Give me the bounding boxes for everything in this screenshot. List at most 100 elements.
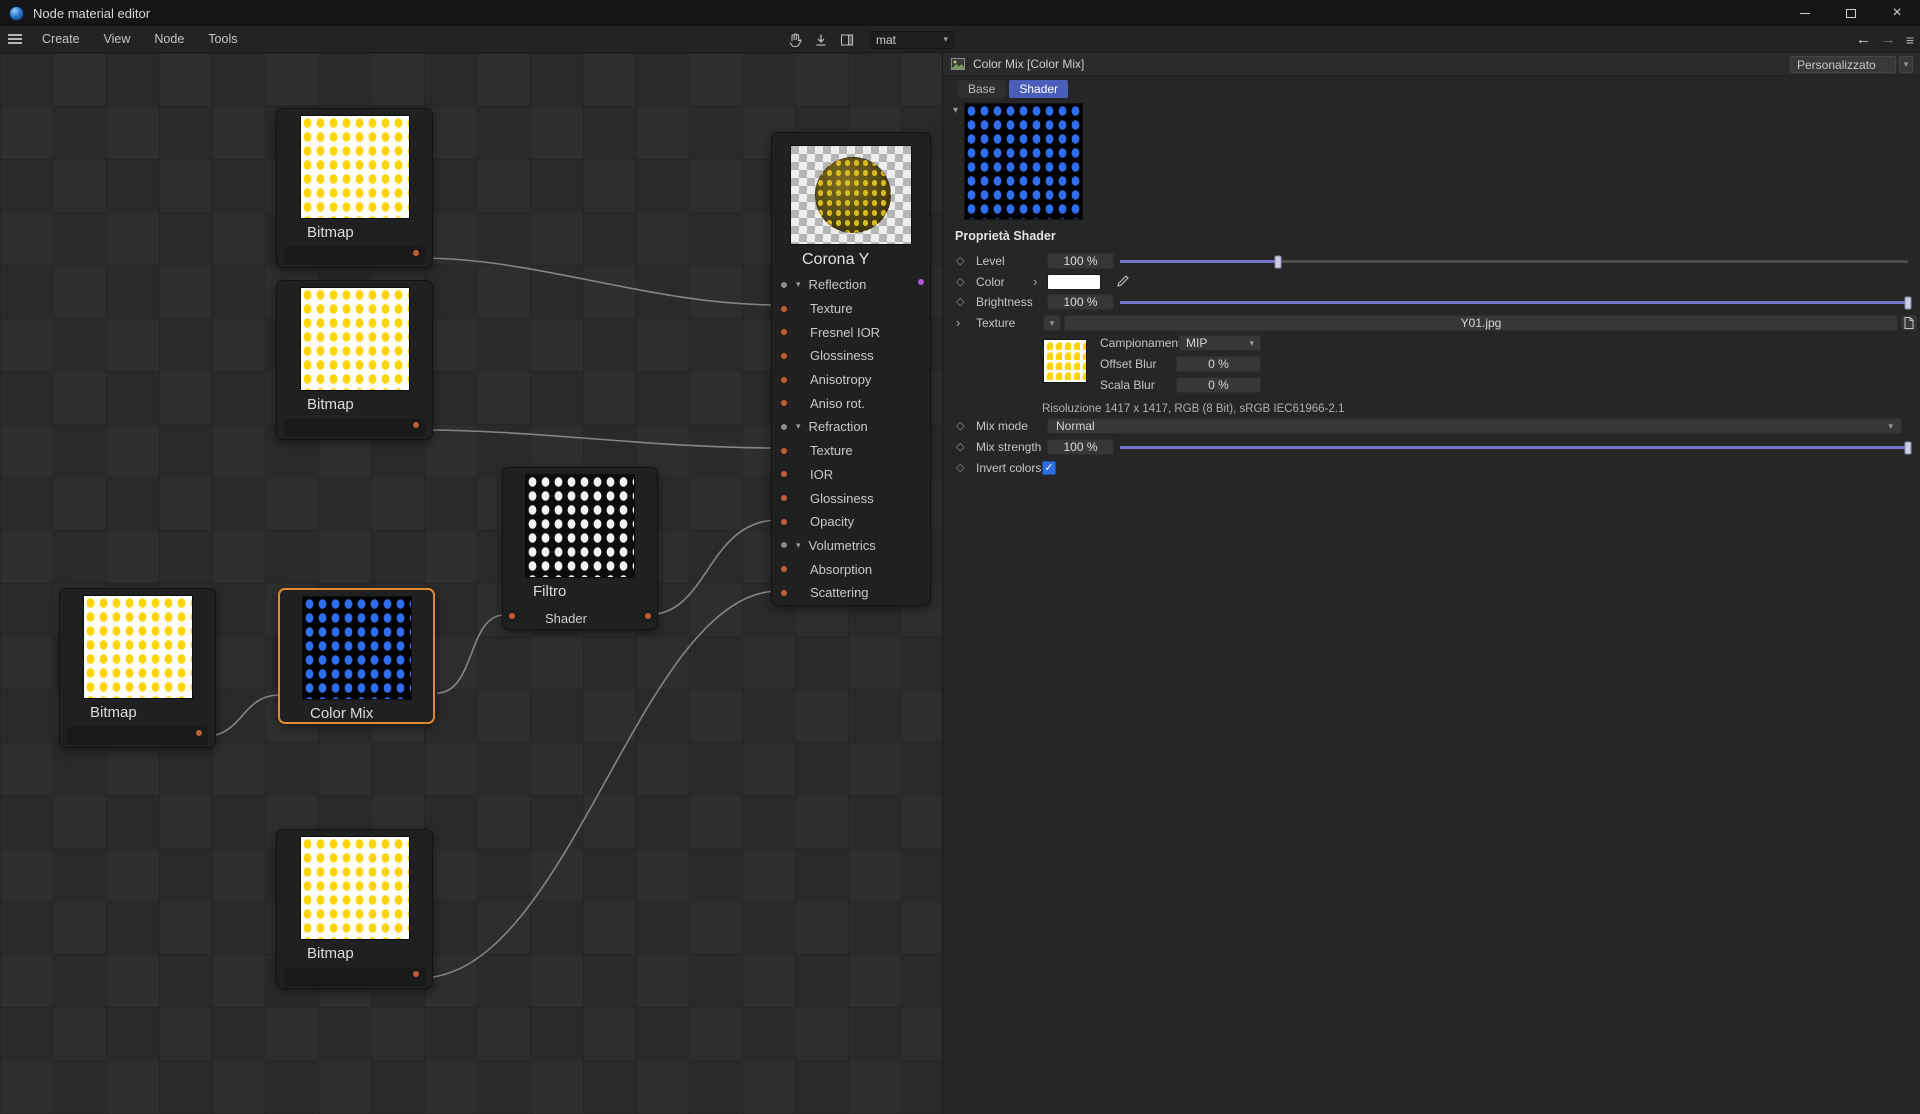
corona-row-volumetrics[interactable]: ▾ Volumetrics <box>772 534 930 558</box>
output-port[interactable] <box>413 250 419 256</box>
collapse-triangle-icon[interactable]: ▾ <box>796 540 801 551</box>
input-port[interactable] <box>781 542 787 548</box>
close-button[interactable]: × <box>1874 0 1920 26</box>
browse-file-button[interactable] <box>1901 315 1917 331</box>
input-port[interactable] <box>781 590 787 596</box>
level-value-field[interactable]: 100 % <box>1047 253 1114 269</box>
texture-expander-icon[interactable]: › <box>956 315 960 330</box>
output-port[interactable] <box>918 279 924 285</box>
input-port[interactable] <box>781 471 787 477</box>
input-port[interactable] <box>781 448 787 454</box>
node-title: Color Mix <box>310 705 433 722</box>
node-color-mix[interactable]: Color Mix <box>278 588 435 724</box>
corona-row-aniso-rot[interactable]: Aniso rot. <box>772 391 930 415</box>
node-graph-canvas[interactable]: Bitmap Bitmap Filtro Shader <box>0 53 943 1114</box>
corona-row-reflection-texture[interactable]: Texture <box>772 297 930 321</box>
corona-row-opacity[interactable]: Opacity <box>772 510 930 534</box>
history-forward-icon[interactable]: → <box>1881 31 1896 48</box>
menu-create[interactable]: Create <box>30 26 92 53</box>
mix-strength-slider[interactable] <box>1120 446 1908 449</box>
corona-row-reflection[interactable]: ▾ Reflection <box>772 273 930 297</box>
menu-tools[interactable]: Tools <box>196 26 249 53</box>
wire-colormix-to-filtro[interactable] <box>437 615 504 693</box>
input-port[interactable] <box>781 377 787 383</box>
row-label: Texture <box>810 301 853 316</box>
color-swatch[interactable] <box>1047 274 1101 290</box>
collapse-triangle-icon[interactable]: ▾ <box>796 421 801 432</box>
output-port[interactable] <box>413 422 419 428</box>
slider-handle[interactable] <box>1905 441 1912 454</box>
output-port[interactable] <box>645 613 651 619</box>
scala-blur-field[interactable]: 0 % <box>1176 377 1261 393</box>
node-bitmap-2[interactable]: Bitmap <box>276 280 433 440</box>
color-picker-pencil-icon[interactable] <box>1115 273 1131 289</box>
preset-dropdown[interactable]: Personalizzato <box>1790 56 1896 73</box>
tab-shader[interactable]: Shader <box>1009 80 1068 98</box>
texture-options-dropdown[interactable]: ▾ <box>1043 315 1061 331</box>
output-port[interactable] <box>413 971 419 977</box>
corona-row-refraction-texture[interactable]: Texture <box>772 439 930 463</box>
hamburger-menu-icon[interactable] <box>0 34 30 44</box>
keyframe-diamond-icon[interactable]: ◇ <box>956 295 964 308</box>
mix-mode-dropdown[interactable]: Normal ▾ <box>1047 418 1902 434</box>
corona-row-refraction-glossiness[interactable]: Glossiness <box>772 486 930 510</box>
keyframe-diamond-icon[interactable]: ◇ <box>956 275 964 288</box>
tab-base[interactable]: Base <box>958 80 1005 98</box>
wire-bitmap2-to-corona[interactable] <box>420 430 779 448</box>
pan-hand-icon[interactable] <box>786 31 804 49</box>
preset-dropdown-arrow[interactable]: ▾ <box>1899 56 1913 73</box>
campionamento-dropdown[interactable]: MIP ▾ <box>1179 335 1261 351</box>
corona-row-fresnel-ior[interactable]: Fresnel IOR <box>772 320 930 344</box>
level-slider[interactable] <box>1120 260 1908 263</box>
keyframe-diamond-icon[interactable]: ◇ <box>956 461 964 474</box>
corona-row-anisotropy[interactable]: Anisotropy <box>772 368 930 392</box>
input-port[interactable] <box>781 400 787 406</box>
history-back-icon[interactable]: ← <box>1856 31 1871 48</box>
color-expander-icon[interactable]: › <box>1033 274 1037 289</box>
wire-bitmap1-to-corona[interactable] <box>420 258 779 305</box>
split-panel-icon[interactable] <box>838 31 856 49</box>
field-label: Offset Blur <box>1100 357 1156 371</box>
node-bitmap-3[interactable]: Bitmap <box>59 588 216 748</box>
corona-row-scattering[interactable]: Scattering <box>772 581 930 605</box>
collapse-triangle-icon[interactable]: ▾ <box>796 279 801 290</box>
node-bitmap-4[interactable]: Bitmap <box>276 829 433 989</box>
corona-row-absorption[interactable]: Absorption <box>772 557 930 581</box>
material-dropdown[interactable]: mat ▾ <box>870 31 954 49</box>
input-port[interactable] <box>781 566 787 572</box>
node-filtro[interactable]: Filtro Shader <box>502 467 658 630</box>
brightness-slider[interactable] <box>1120 301 1908 304</box>
input-port[interactable] <box>781 424 787 430</box>
input-port[interactable] <box>781 495 787 501</box>
slider-handle[interactable] <box>1274 255 1281 268</box>
wire-filtro-to-corona[interactable] <box>647 520 779 615</box>
keyframe-diamond-icon[interactable]: ◇ <box>956 254 964 267</box>
input-port[interactable] <box>781 519 787 525</box>
brightness-value-field[interactable]: 100 % <box>1047 294 1114 310</box>
keyframe-diamond-icon[interactable]: ◇ <box>956 419 964 432</box>
import-arrow-icon[interactable] <box>812 31 830 49</box>
input-port[interactable] <box>781 306 787 312</box>
offset-blur-field[interactable]: 0 % <box>1176 356 1261 372</box>
collapse-chevron-icon[interactable]: ▾ <box>953 105 958 116</box>
texture-file-field[interactable]: Y01.jpg <box>1064 315 1898 331</box>
menu-node[interactable]: Node <box>142 26 196 53</box>
input-port[interactable] <box>781 353 787 359</box>
menu-view[interactable]: View <box>92 26 143 53</box>
mix-strength-value-field[interactable]: 100 % <box>1047 439 1114 455</box>
keyframe-diamond-icon[interactable]: ◇ <box>956 440 964 453</box>
corona-row-refraction[interactable]: ▾ Refraction <box>772 415 930 439</box>
output-port[interactable] <box>196 730 202 736</box>
input-port[interactable] <box>509 613 515 619</box>
slider-handle[interactable] <box>1905 296 1912 309</box>
corona-row-glossiness[interactable]: Glossiness <box>772 344 930 368</box>
corona-row-ior[interactable]: IOR <box>772 463 930 487</box>
input-port[interactable] <box>781 329 787 335</box>
panel-menu-icon[interactable]: ≡ <box>1906 32 1914 48</box>
minimize-button[interactable] <box>1782 0 1828 26</box>
node-bitmap-1[interactable]: Bitmap <box>276 108 433 268</box>
maximize-button[interactable] <box>1828 0 1874 26</box>
invert-colors-checkbox[interactable]: ✓ <box>1042 461 1056 475</box>
node-corona-y[interactable]: Corona Y ▾ Reflection Texture Fresnel IO… <box>771 132 931 606</box>
input-port[interactable] <box>781 282 787 288</box>
